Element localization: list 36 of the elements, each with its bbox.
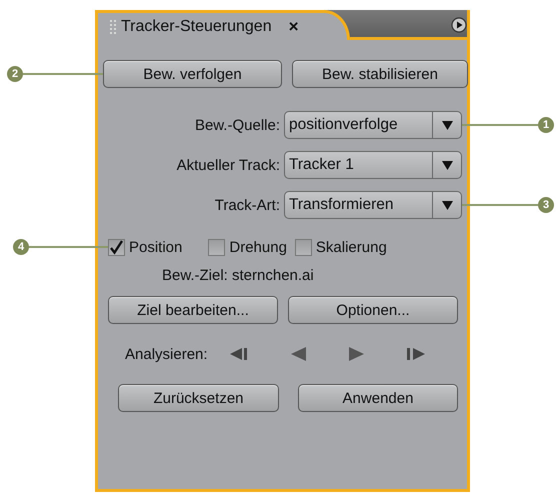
play-icon[interactable]	[348, 347, 364, 361]
action-button[interactable]: Anwenden	[298, 384, 458, 412]
grip-icon	[110, 20, 116, 34]
menu-icon[interactable]	[451, 17, 467, 33]
caret-icon	[442, 160, 452, 170]
track-button[interactable]: Bew. stabilisieren	[292, 60, 468, 88]
callout: 2	[7, 66, 103, 82]
field-label: Aktueller Track:	[176, 156, 280, 174]
caret-icon	[442, 120, 452, 130]
target-button[interactable]: Ziel bearbeiten...	[108, 296, 278, 324]
track-button[interactable]: Bew. verfolgen	[103, 60, 282, 88]
action-button[interactable]: Zurücksetzen	[118, 384, 279, 412]
field-label: Bew.-Quelle:	[194, 116, 280, 134]
callout: 4	[13, 239, 108, 255]
panel-tab[interactable]: Tracker-Steuerungen ×	[95, 10, 350, 40]
checkbox[interactable]	[208, 238, 226, 256]
caret-icon	[442, 200, 452, 210]
step-forward-icon[interactable]	[404, 347, 425, 361]
dropdown[interactable]: Tracker 1	[284, 151, 462, 179]
callout: 1	[462, 117, 554, 133]
dropdown[interactable]: Transformieren	[284, 191, 462, 219]
checkbox-label: Skalierung	[316, 238, 387, 256]
field-label: Track-Art:	[214, 196, 280, 214]
close-button[interactable]: ×	[288, 16, 299, 36]
motion-target-text: Bew.-Ziel: sternchen.ai	[162, 266, 314, 284]
checkbox[interactable]	[108, 238, 125, 256]
step-back-icon[interactable]	[230, 347, 250, 361]
checkbox-label: Position	[129, 238, 182, 256]
callout: 3	[462, 197, 554, 213]
dropdown[interactable]: positionverfolge	[284, 111, 462, 139]
panel-title: Tracker-Steuerungen	[121, 18, 272, 36]
target-button[interactable]: Optionen...	[288, 296, 458, 324]
play-back-icon[interactable]	[290, 347, 307, 361]
checkbox[interactable]	[294, 238, 312, 256]
analyze-label: Analysieren:	[125, 346, 208, 362]
checkbox-label: Drehung	[229, 238, 287, 256]
